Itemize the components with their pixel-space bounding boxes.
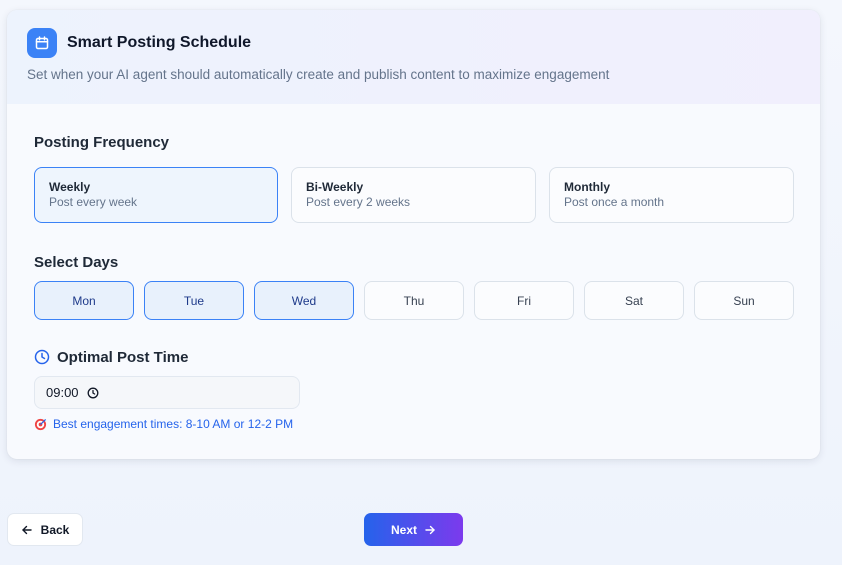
engagement-tip-text: Best engagement times: 8-10 AM or 12-2 P… <box>53 417 294 431</box>
target-icon <box>34 418 47 430</box>
frequency-option-bi-weekly[interactable]: Bi-Weekly Post every 2 weeks <box>291 167 536 223</box>
calendar-icon <box>27 28 57 58</box>
day-button-fri[interactable]: Fri <box>474 281 574 320</box>
next-button-label: Next <box>390 522 417 537</box>
arrow-left-icon <box>21 525 32 534</box>
frequency-option-title: Monthly <box>564 180 610 194</box>
next-button[interactable]: Next <box>364 513 463 546</box>
page-subtitle: Set when your AI agent should automatica… <box>27 67 610 82</box>
post-time-value: 09:00 <box>46 385 79 400</box>
frequency-option-desc: Post every week <box>49 195 138 209</box>
day-button-mon[interactable]: Mon <box>34 281 134 320</box>
day-button-sun[interactable]: Sun <box>694 281 794 320</box>
back-button[interactable]: Back <box>7 513 83 546</box>
schedule-card: Smart Posting Schedule Set when your AI … <box>7 10 820 459</box>
day-button-tue[interactable]: Tue <box>144 281 244 320</box>
day-button-thu[interactable]: Thu <box>364 281 464 320</box>
frequency-option-desc: Post once a month <box>564 195 665 209</box>
post-time-input[interactable]: 09:00 <box>34 376 300 409</box>
engagement-tip: Best engagement times: 8-10 AM or 12-2 P… <box>34 417 293 431</box>
time-picker-icon[interactable] <box>87 387 99 399</box>
optimal-post-time-label: Optimal Post Time <box>57 349 189 366</box>
posting-frequency-label: Posting Frequency <box>34 134 170 151</box>
frequency-option-desc: Post every 2 weeks <box>306 195 411 209</box>
day-button-sat[interactable]: Sat <box>584 281 684 320</box>
page-title: Smart Posting Schedule <box>67 34 252 51</box>
select-days-label: Select Days <box>34 254 119 271</box>
card-header: Smart Posting Schedule Set when your AI … <box>7 10 820 104</box>
frequency-option-weekly[interactable]: Weekly Post every week <box>34 167 278 223</box>
day-button-wed[interactable]: Wed <box>254 281 354 320</box>
frequency-option-title: Bi-Weekly <box>306 180 364 194</box>
clock-icon <box>34 349 50 365</box>
frequency-option-monthly[interactable]: Monthly Post once a month <box>549 167 794 223</box>
arrow-right-icon <box>425 525 435 534</box>
frequency-option-title: Weekly <box>49 180 91 194</box>
back-button-label: Back <box>40 522 70 537</box>
